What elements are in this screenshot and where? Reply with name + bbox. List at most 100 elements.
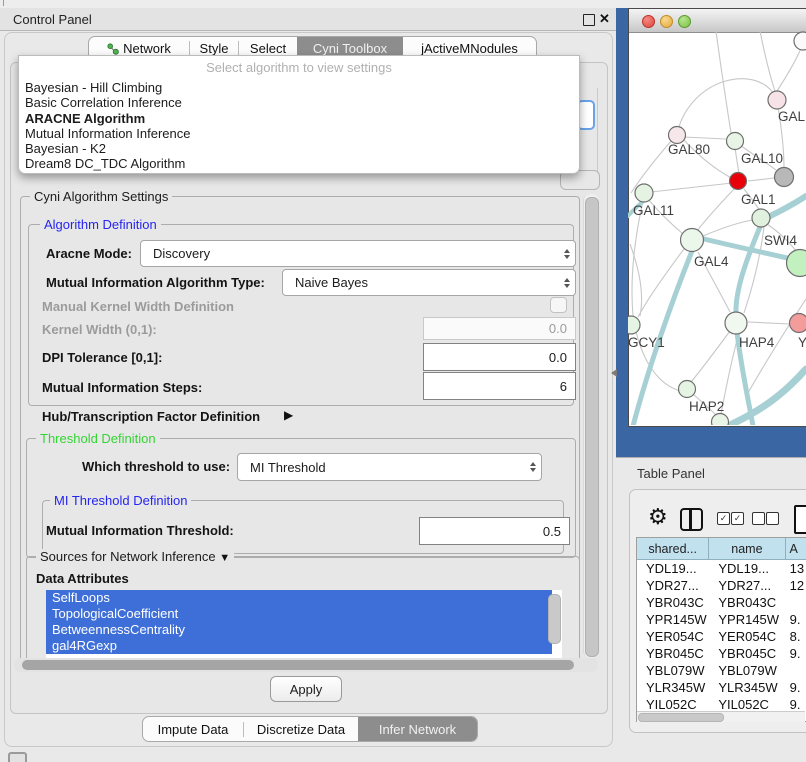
data-attribute-item[interactable]: BetweennessCentrality	[46, 622, 552, 638]
unchecked-pair-icon[interactable]	[752, 512, 765, 525]
column-header-a[interactable]: A	[786, 538, 806, 559]
node-label: GAL80	[668, 142, 710, 157]
network-node-gal80[interactable]	[669, 127, 686, 144]
mi-threshold-input[interactable]: 0.5	[419, 517, 570, 545]
apply-button[interactable]: Apply	[270, 676, 342, 702]
bottom-tab-infer-network[interactable]: Infer Network	[358, 717, 477, 741]
table-cell: 9.	[786, 645, 806, 662]
checked-pair-icon[interactable]: ✓	[717, 512, 730, 525]
table-cell: YBR043C	[709, 594, 785, 611]
table-cell: YBR045C	[637, 645, 709, 662]
network-node-swi4[interactable]	[787, 250, 806, 277]
mi-type-label: Mutual Information Algorithm Type:	[46, 275, 265, 290]
table-row[interactable]: YBR045CYBR045C9.	[637, 645, 806, 662]
network-node-gal4[interactable]	[681, 229, 704, 252]
hub-expand-arrow-icon[interactable]: ▶	[284, 408, 293, 422]
manual-kernel-label: Manual Kernel Width Definition	[42, 299, 234, 314]
table-cell: YER054C	[637, 628, 709, 645]
table-hscrollbar-thumb[interactable]	[638, 713, 724, 722]
network-node-gal10[interactable]	[727, 133, 744, 150]
table-panel-title: Table Panel	[637, 466, 705, 481]
settings-hscrollbar-thumb[interactable]	[22, 660, 574, 670]
dpi-tolerance-input[interactable]: 0.0	[423, 343, 576, 371]
attributes-scrollbar-thumb[interactable]	[548, 594, 561, 644]
table-row[interactable]: YDL19...YDL19...13	[637, 560, 806, 577]
network-node-hap2[interactable]	[679, 381, 696, 398]
close-traffic-light-icon[interactable]	[642, 15, 655, 28]
network-node[interactable]	[794, 32, 806, 50]
kernel-width-label: Kernel Width (0,1):	[42, 322, 157, 337]
algorithm-popup-item[interactable]: Dream8 DC_TDC Algorithm	[19, 156, 579, 171]
panel-splitter-arrow-icon[interactable]	[611, 369, 617, 377]
screen: Control Panel ✕ NetworkStyleSelectCyni T…	[0, 0, 806, 762]
algorithm-popup-item[interactable]: Bayesian - K2	[19, 141, 579, 156]
network-node-gal11[interactable]	[635, 184, 653, 202]
network-node-gcy1[interactable]	[628, 316, 640, 334]
bottom-left-grip[interactable]	[8, 752, 27, 762]
aracne-mode-combo[interactable]: Discovery	[140, 240, 576, 267]
table-row[interactable]: YDR27...YDR27...12	[637, 577, 806, 594]
checked-pair-icon[interactable]: ✓	[731, 512, 744, 525]
mi-steps-input[interactable]: 6	[423, 372, 576, 400]
algorithm-popup-item[interactable]: Mutual Information Inference	[19, 126, 579, 141]
mi-type-combo[interactable]: Naive Bayes	[282, 269, 576, 296]
network-node[interactable]	[712, 414, 729, 426]
table-row[interactable]: YPR145WYPR145W9.	[637, 611, 806, 628]
data-attribute-item[interactable]: gal4RGexp	[46, 638, 552, 654]
network-node-gal[interactable]	[768, 91, 786, 109]
which-threshold-combo[interactable]: MI Threshold	[237, 453, 542, 481]
bottom-tab-discretize-data[interactable]: Discretize Data	[244, 717, 358, 741]
network-node[interactable]	[752, 209, 770, 227]
algorithm-select-popup: Select algorithm to view settings Bayesi…	[18, 55, 580, 174]
minimize-traffic-light-icon[interactable]	[660, 15, 673, 28]
table-cell: YBL079W	[637, 662, 709, 679]
table-cell: 8.	[786, 628, 806, 645]
kernel-width-input[interactable]: 0.0	[423, 317, 576, 340]
bottom-tab-impute-data[interactable]: Impute Data	[143, 717, 243, 741]
data-attribute-item[interactable]: SelfLoops	[46, 590, 552, 606]
close-icon[interactable]: ✕	[599, 11, 610, 27]
sources-collapse-arrow-icon[interactable]: ▼	[219, 552, 230, 564]
window-edge-tick	[3, 0, 4, 6]
node-label: GAL	[778, 109, 806, 124]
column-header-shared[interactable]: shared...	[637, 538, 709, 559]
algorithm-popup-item[interactable]: Basic Correlation Inference	[19, 95, 579, 110]
table-row[interactable]: YER054CYER054C8.	[637, 628, 806, 645]
zoom-traffic-light-icon[interactable]	[678, 15, 691, 28]
table-cell: YDR27...	[637, 577, 709, 594]
manual-kernel-checkbox[interactable]	[550, 297, 567, 313]
network-node[interactable]	[775, 168, 794, 187]
mi-threshold-definition-legend: MI Threshold Definition	[50, 493, 191, 508]
tab-label: Select	[250, 41, 286, 56]
network-window-titlebar[interactable]	[629, 9, 806, 33]
aracne-mode-value: Discovery	[153, 246, 210, 261]
table-cell: YBR045C	[709, 645, 785, 662]
node-label: Y	[798, 335, 806, 350]
table-row[interactable]: YLR345WYLR345W9.	[637, 679, 806, 696]
table-header-row: shared...nameA	[637, 538, 806, 560]
control-panel-titlebar	[0, 8, 616, 31]
table-cell: 12	[786, 577, 806, 594]
node-table: shared...nameAYDL19...YDL19...13YDR27...…	[636, 537, 806, 722]
table-cell: YDL19...	[709, 560, 785, 577]
table-cell: YLR345W	[709, 679, 785, 696]
columns-icon[interactable]	[680, 508, 703, 531]
unchecked-pair-icon[interactable]	[766, 512, 779, 525]
network-canvas-svg[interactable]: GALGAL80GAL10GAL1GAL11GAL4SWI4GCY1HAP4YH…	[628, 31, 806, 425]
algorithm-popup-item[interactable]: ARACNE Algorithm	[19, 111, 579, 126]
table-row[interactable]: YBR043CYBR043C	[637, 594, 806, 611]
page-icon[interactable]	[794, 505, 806, 534]
table-cell: YBL079W	[709, 662, 785, 679]
which-threshold-value: MI Threshold	[250, 460, 326, 475]
float-window-icon[interactable]	[583, 14, 595, 26]
algorithm-popup-item[interactable]: Bayesian - Hill Climbing	[19, 80, 579, 95]
column-header-name[interactable]: name	[709, 538, 785, 559]
cyni-algorithm-settings-legend: Cyni Algorithm Settings	[30, 189, 172, 204]
data-attribute-item[interactable]: TopologicalCoefficient	[46, 606, 552, 622]
network-node-gal1[interactable]	[730, 173, 747, 190]
settings-vscrollbar-thumb[interactable]	[585, 197, 599, 657]
table-row[interactable]: YBL079WYBL079W	[637, 662, 806, 679]
network-node-y[interactable]	[790, 314, 806, 333]
gear-icon[interactable]: ⚙	[648, 504, 668, 530]
network-node-hap4[interactable]	[725, 312, 747, 334]
